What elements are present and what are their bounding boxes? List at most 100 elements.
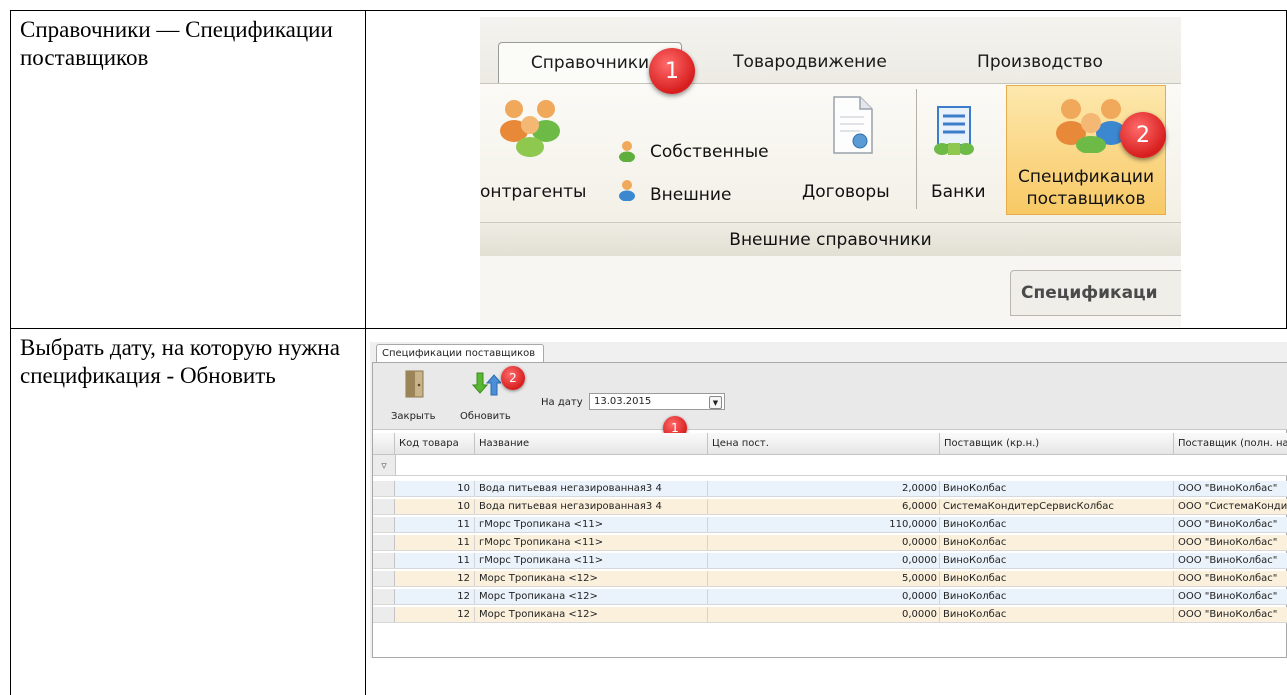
table-row[interactable]: 10 Вода питьевая негазированная3 4 2,0000 В…: [373, 481, 1287, 497]
table-border-left: [10, 10, 11, 695]
table-row[interactable]: 12 Морс Тропикана <12> 0,0000 ВиноКолбас ООО…: [373, 589, 1287, 605]
table-row[interactable]: 12 Морс Тропикана <12> 0,0000 ВиноКолбас ООО…: [373, 607, 1287, 623]
table-border-middle: [10, 328, 1287, 329]
row-indicator[interactable]: [373, 535, 395, 550]
column-header-code[interactable]: Код товара: [395, 433, 475, 454]
grid-header: Код товара Название Цена пост. Поставщик…: [373, 433, 1287, 455]
date-label: На дату: [541, 397, 583, 408]
cell-supplier-full: ООО "ВиноКолбас": [1174, 607, 1287, 622]
supplier-specs-tab[interactable]: Спецификации поставщиков: [376, 344, 544, 362]
date-value: 13.03.2015: [594, 396, 652, 407]
cell-name: Морс Тропикана <12>: [475, 571, 708, 586]
cell-price: 0,0000: [708, 589, 940, 604]
row-indicator[interactable]: [373, 481, 395, 496]
cell-supplier-short: ВиноКолбас: [940, 535, 1174, 550]
row-indicator[interactable]: [373, 607, 395, 622]
cell-price: 110,0000: [708, 517, 940, 532]
cell-code: 11: [395, 535, 475, 550]
cell-name: гМорс Тропикана <11>: [475, 517, 708, 532]
chevron-down-icon[interactable]: ▼: [709, 396, 722, 409]
table-row[interactable]: 11 гМорс Тропикана <11> 110,0000 ВиноКолбас…: [373, 517, 1287, 533]
row-indicator[interactable]: [373, 499, 395, 514]
window-toolbar: Закрыть Обновить На дату 13.03.2015 ▼ 2 …: [373, 363, 1287, 440]
contractors-label[interactable]: онтрагенты: [480, 182, 586, 202]
grid-filter-row[interactable]: ▿: [373, 455, 1287, 476]
cell-supplier-full: ООО "ВиноКолбас": [1174, 535, 1287, 550]
column-header-name[interactable]: Название: [475, 433, 708, 454]
external-handbooks-group-label: Внешние справочники: [480, 222, 1181, 257]
column-header-price[interactable]: Цена пост.: [708, 433, 940, 454]
close-door-icon[interactable]: [403, 369, 427, 399]
banks-button[interactable]: Банки: [931, 182, 986, 202]
contracts-button[interactable]: Договоры: [802, 182, 890, 202]
cell-code: 11: [395, 553, 475, 568]
cell-supplier-full: ООО "ВиноКолбас": [1174, 571, 1287, 586]
tab-production[interactable]: Производство: [940, 42, 1140, 82]
external-button[interactable]: Внешние: [650, 185, 731, 205]
cell-supplier-full: ООО "ВиноКолбас": [1174, 517, 1287, 532]
supplier-specs-label-line2[interactable]: поставщиков: [1011, 189, 1161, 209]
table-border-top: [10, 10, 1287, 11]
cell-code: 10: [395, 481, 475, 496]
cell-code: 10: [395, 499, 475, 514]
cell-price: 0,0000: [708, 535, 940, 550]
cell-price: 2,0000: [708, 481, 940, 496]
cell-supplier-short: ВиноКолбас: [940, 517, 1174, 532]
row-indicator[interactable]: [373, 553, 395, 568]
cell-price: 0,0000: [708, 607, 940, 622]
row-indicator[interactable]: [373, 589, 395, 604]
cell-supplier-full: ООО "ВиноКолбас": [1174, 589, 1287, 604]
own-button[interactable]: Собственные: [650, 142, 769, 162]
supplier-specs-window: Закрыть Обновить На дату 13.03.2015 ▼ 2 …: [372, 362, 1287, 658]
supplier-specs-label-line1[interactable]: Спецификации: [1011, 167, 1161, 187]
refresh-arrows-icon[interactable]: [471, 371, 501, 397]
cell-name: Вода питьевая негазированная3 4: [475, 499, 708, 514]
cell-name: гМорс Тропикана <11>: [475, 535, 708, 550]
cell-code: 11: [395, 517, 475, 532]
date-input[interactable]: 13.03.2015 ▼: [589, 393, 725, 410]
external-person-icon: [619, 180, 635, 201]
cell-supplier-short: СистемаКондитерСервисКолбас: [940, 499, 1174, 514]
ribbon-tab-strip: Справочники Товародвижение Производство: [480, 17, 1181, 87]
cell-name: Морс Тропикана <12>: [475, 607, 708, 622]
cell-supplier-full: ООО "ВиноКолбас": [1174, 553, 1287, 568]
cell-name: Морс Тропикана <12>: [475, 589, 708, 604]
own-person-icon: [619, 141, 635, 162]
refresh-button[interactable]: Обновить: [460, 411, 511, 422]
grid-header-indicator: [373, 433, 395, 454]
contractors-icon[interactable]: [498, 95, 568, 157]
open-spec-tab[interactable]: Спецификаци: [1010, 270, 1181, 316]
cell-supplier-short: ВиноКолбас: [940, 571, 1174, 586]
cell-name: Вода питьевая негазированная3 4: [475, 481, 708, 496]
row-indicator[interactable]: [373, 571, 395, 586]
ribbon-separator: [916, 89, 917, 209]
cell-supplier-short: ВиноКолбас: [940, 481, 1174, 496]
tab-goods-movement[interactable]: Товародвижение: [710, 42, 910, 82]
step-badge-1: 1: [649, 48, 695, 94]
table-row[interactable]: 11 гМорс Тропикана <11> 0,0000 ВиноКолбас ОО…: [373, 553, 1287, 569]
column-header-supplier-short[interactable]: Поставщик (кр.н.): [940, 433, 1174, 454]
contracts-document-icon[interactable]: [830, 95, 876, 157]
row-indicator[interactable]: [373, 517, 395, 532]
cell-supplier-full: ООО "ВиноКолбас": [1174, 481, 1287, 496]
cell-supplier-full: ООО "СистемаКонди: [1174, 499, 1287, 514]
cell-price: 0,0000: [708, 553, 940, 568]
cell-price: 6,0000: [708, 499, 940, 514]
banks-icon[interactable]: [932, 105, 978, 157]
instruction-step-1: Справочники — Спецификации поставщиков: [20, 17, 333, 70]
close-button[interactable]: Закрыть: [391, 411, 436, 422]
column-header-supplier-full[interactable]: Поставщик (полн. на: [1174, 433, 1287, 454]
table-row[interactable]: 12 Морс Тропикана <12> 5,0000 ВиноКолбас ООО…: [373, 571, 1287, 587]
ribbon-screenshot: Справочники Товародвижение Производство …: [480, 17, 1181, 327]
cell-name: гМорс Тропикана <11>: [475, 553, 708, 568]
table-row[interactable]: 10 Вода питьевая негазированная3 4 6,0000 С…: [373, 499, 1287, 515]
grid-screenshot: Спецификации поставщиков Закрыть Обновит…: [370, 342, 1287, 658]
cell-price: 5,0000: [708, 571, 940, 586]
step-badge-2: 2: [1120, 112, 1166, 158]
cell-code: 12: [395, 607, 475, 622]
filter-icon[interactable]: ▿: [373, 455, 396, 475]
cell-supplier-short: ВиноКолбас: [940, 553, 1174, 568]
table-row[interactable]: 11 гМорс Тропикана <11> 0,0000 ВиноКолбас ОО…: [373, 535, 1287, 551]
table-border-divider: [365, 10, 366, 695]
instruction-step-2: Выбрать дату, на которую нужна специфика…: [20, 335, 340, 388]
